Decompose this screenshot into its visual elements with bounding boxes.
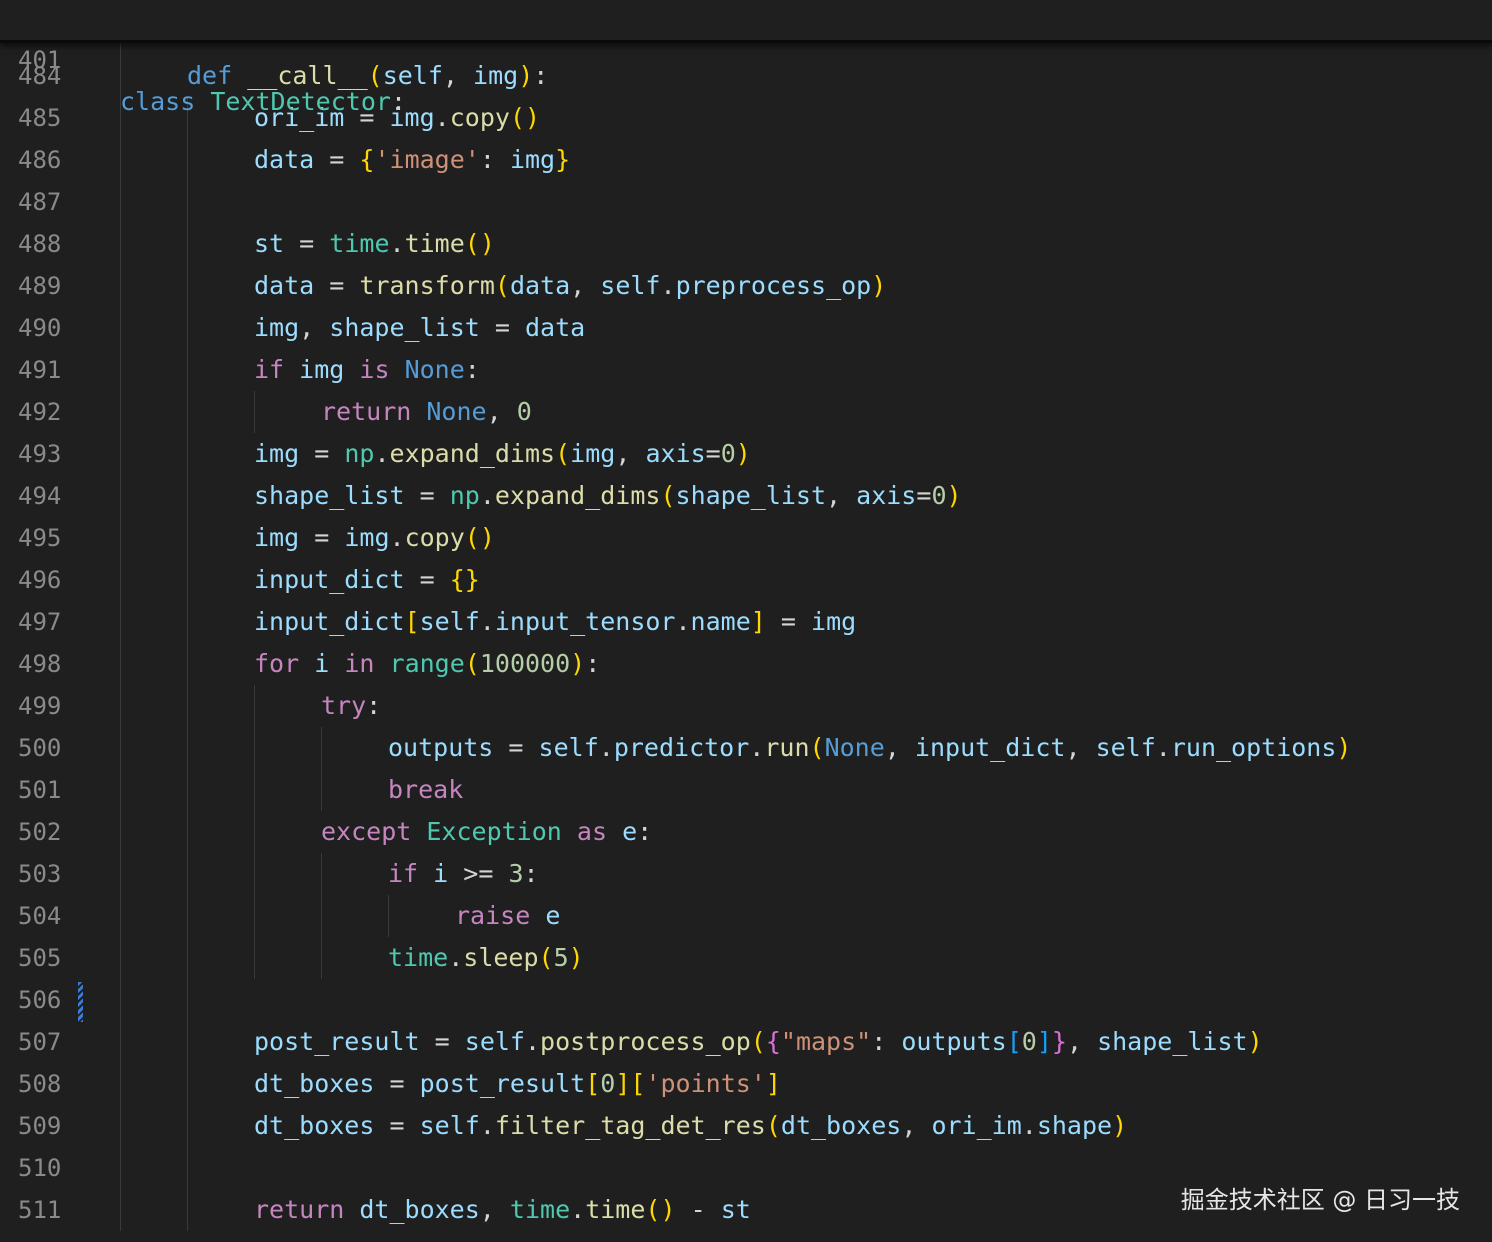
line-number: 511 [18,1196,62,1224]
code-line[interactable]: 506 [0,979,1492,1021]
code-text: post_result = self.postprocess_op({"maps… [254,1027,1263,1056]
line-number: 490 [18,314,62,342]
line-number: 496 [18,566,62,594]
code-line[interactable]: 486 data = {'image': img} [0,139,1492,181]
code-line[interactable]: 503 if i >= 3: [0,853,1492,895]
code-line[interactable]: 493 img = np.expand_dims(img, axis=0) [0,433,1492,475]
sticky-line[interactable]: 401 class TextDetector: [0,0,1492,116]
code-text: dt_boxes = post_result[0]['points'] [254,1069,781,1098]
code-text: try: [321,691,382,720]
code-text: input_dict = {} [254,565,480,594]
code-line[interactable]: 502 except Exception as e: [0,811,1492,853]
code-text: break [388,775,464,804]
code-line[interactable]: 500 outputs = self.predictor.run(None, in… [0,727,1492,769]
code-line[interactable]: 492 return None, 0 [0,391,1492,433]
line-number: 493 [18,440,62,468]
code-text: raise e [455,901,561,930]
line-number: 505 [18,944,62,972]
code-line[interactable]: 494 shape_list = np.expand_dims(shape_lis… [0,475,1492,517]
line-number: 401 [18,46,62,74]
code-text: dt_boxes = self.filter_tag_det_res(dt_bo… [254,1111,1128,1140]
code-line[interactable]: 487 [0,181,1492,223]
line-number: 504 [18,902,62,930]
code-text: data = transform(data, self.preprocess_o… [254,271,887,300]
line-number: 509 [18,1112,62,1140]
code-line[interactable]: 490 img, shape_list = data [0,307,1492,349]
code-text: except Exception as e: [321,817,653,846]
code-text: img = img.copy() [254,523,495,552]
line-number: 494 [18,482,62,510]
code-text: if i >= 3: [388,859,539,888]
code-text: data = {'image': img} [254,145,571,174]
line-number: 501 [18,776,62,804]
sticky-code: class TextDetector: [120,87,407,116]
line-number: 488 [18,230,62,258]
code-line[interactable]: 488 st = time.time() [0,223,1492,265]
code-text: input_dict[self.input_tensor.name] = img [254,607,857,636]
code-text: shape_list = np.expand_dims(shape_list, … [254,481,962,510]
code-line[interactable]: 508 dt_boxes = post_result[0]['points'] [0,1063,1492,1105]
line-number: 487 [18,188,62,216]
code-line[interactable]: 504 raise e [0,895,1492,937]
line-number: 507 [18,1028,62,1056]
code-text: for i in range(100000): [254,649,601,678]
code-text: if img is None: [254,355,480,384]
code-line[interactable]: 496 input_dict = {} [0,559,1492,601]
code-text: st = time.time() [254,229,495,258]
code-text: img = np.expand_dims(img, axis=0) [254,439,751,468]
watermark: 掘金技术社区 @ 日习一技 [1180,1186,1460,1214]
code-line[interactable]: 505 time.sleep(5) [0,937,1492,979]
code-line[interactable]: 501 break [0,769,1492,811]
line-number: 503 [18,860,62,888]
line-number: 492 [18,398,62,426]
line-number: 508 [18,1070,62,1098]
code-text: return dt_boxes, time.time() - st [254,1195,751,1224]
code-line[interactable]: 489 data = transform(data, self.preproces… [0,265,1492,307]
code-text: return None, 0 [321,397,532,426]
code-line[interactable]: 498 for i in range(100000): [0,643,1492,685]
code-line[interactable]: 499 try: [0,685,1492,727]
code-text: img, shape_list = data [254,313,586,342]
code-text: time.sleep(5) [388,943,584,972]
code-line[interactable]: 509 dt_boxes = self.filter_tag_det_res(dt… [0,1105,1492,1147]
line-number: 491 [18,356,62,384]
line-number: 497 [18,608,62,636]
code-line[interactable]: 491 if img is None: [0,349,1492,391]
code-line[interactable]: 495 img = img.copy() [0,517,1492,559]
line-number: 489 [18,272,62,300]
code-text: outputs = self.predictor.run(None, input… [388,733,1352,762]
gutter-modified-indicator[interactable] [78,982,83,1022]
line-number: 506 [18,986,62,1014]
line-number: 500 [18,734,62,762]
line-number: 510 [18,1154,62,1182]
code-line[interactable]: 497 input_dict[self.input_tensor.name] = … [0,601,1492,643]
sticky-scroll-header[interactable]: 401 class TextDetector: [0,0,1492,116]
line-number: 498 [18,650,62,678]
line-number: 499 [18,692,62,720]
code-line[interactable]: 507 post_result = self.postprocess_op({"m… [0,1021,1492,1063]
line-number: 502 [18,818,62,846]
line-number: 495 [18,524,62,552]
